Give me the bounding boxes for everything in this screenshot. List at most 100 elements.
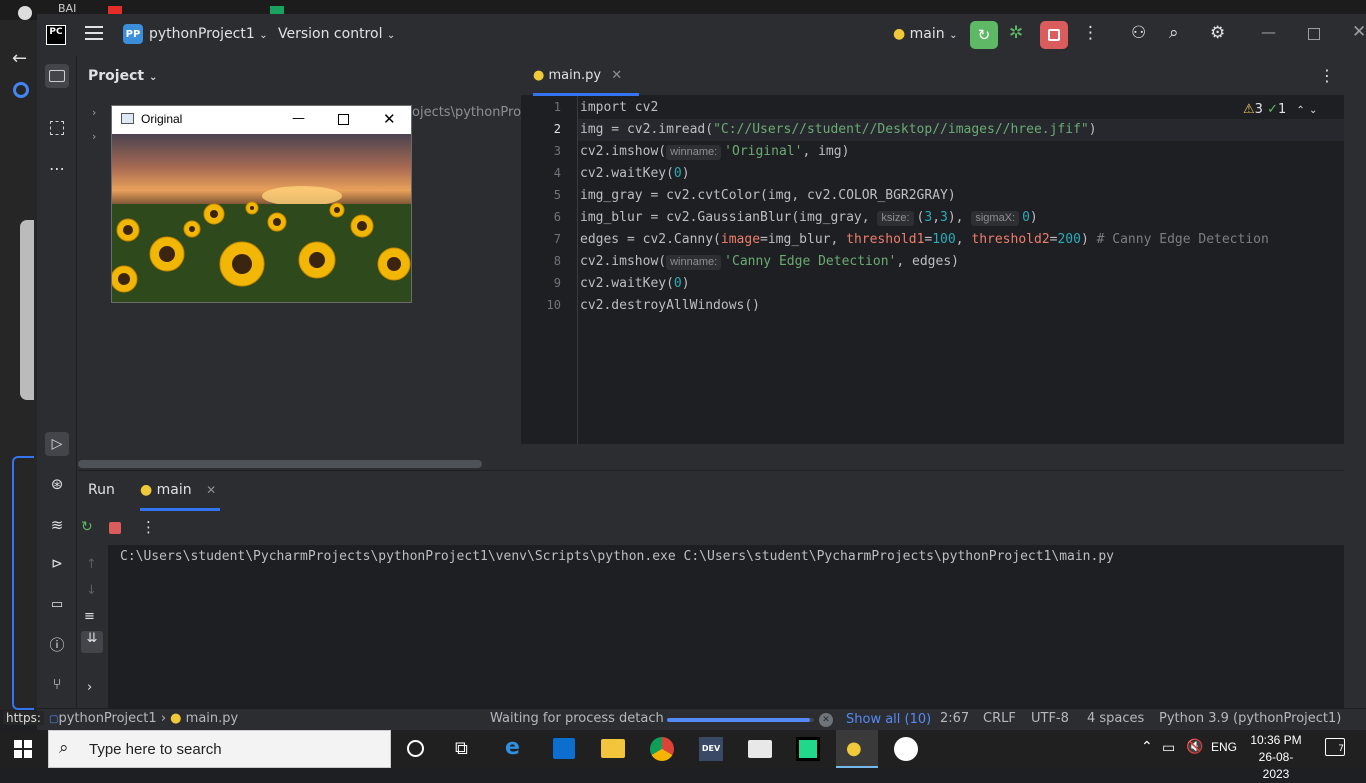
line-number-gutter: 1 2 3 4 5 6 7 8 9 10 bbox=[521, 96, 578, 444]
minimize-icon[interactable]: — bbox=[292, 111, 305, 126]
vcs-selector[interactable]: Version control ⌄ bbox=[278, 26, 395, 42]
python-taskbar-button[interactable]: ● bbox=[836, 730, 878, 768]
editor-more-icon[interactable]: ⋮ bbox=[1319, 66, 1335, 85]
maximize-icon[interactable] bbox=[1308, 28, 1320, 40]
terminal-icon[interactable]: ▭ bbox=[45, 592, 69, 616]
chevron-down-icon: ⌄ bbox=[949, 30, 958, 41]
pycharm-taskbar-icon[interactable] bbox=[796, 737, 820, 761]
edge-icon[interactable]: e bbox=[505, 735, 520, 760]
show-all-link[interactable]: Show all (10) bbox=[846, 712, 931, 727]
run-tool-icon[interactable]: ▷ bbox=[45, 432, 69, 456]
caret-position[interactable]: 2:67 bbox=[940, 711, 969, 726]
code-line-9[interactable]: cv2.waitKey(0) bbox=[580, 276, 690, 291]
code-line-8[interactable]: cv2.imshow(winname: 'Canny Edge Detection… bbox=[580, 254, 959, 270]
breadcrumb-project[interactable]: pythonProject1 bbox=[58, 711, 156, 726]
dev-cpp-icon[interactable]: DEV bbox=[699, 737, 723, 761]
python-packages-icon[interactable]: ≋ bbox=[45, 513, 69, 537]
expand-icon[interactable]: › bbox=[87, 680, 92, 695]
add-user-icon[interactable]: ⚇ bbox=[1131, 23, 1146, 43]
cortana-icon[interactable] bbox=[407, 740, 424, 757]
scroll-down-icon[interactable]: ↓ bbox=[86, 583, 97, 598]
minimize-icon[interactable]: — bbox=[1261, 23, 1276, 41]
project-panel-title[interactable]: Project ⌄ bbox=[88, 68, 157, 84]
console-output[interactable]: C:\Users\student\PycharmProjects\pythonP… bbox=[108, 545, 1344, 708]
network-icon[interactable]: ▭ bbox=[1162, 740, 1175, 756]
horizontal-scrollbar[interactable] bbox=[78, 460, 482, 468]
chevron-down-icon: ⌄ bbox=[259, 30, 268, 41]
python-file-icon: ● bbox=[533, 68, 545, 83]
file-explorer-icon[interactable] bbox=[601, 739, 625, 758]
breadcrumb[interactable]: ▢pythonProject1 › ● main.py bbox=[49, 711, 238, 726]
run-config-selector[interactable]: ● main ⌄ bbox=[893, 26, 958, 42]
language-indicator[interactable]: ENG bbox=[1211, 740, 1237, 754]
more-tools-icon[interactable]: ⋯ bbox=[45, 156, 69, 180]
photos-icon[interactable] bbox=[894, 737, 918, 761]
chevron-up-icon[interactable]: ⌃ bbox=[1296, 105, 1304, 116]
line-number: 3 bbox=[553, 144, 561, 158]
chevron-down-icon[interactable]: ⌄ bbox=[1309, 105, 1317, 116]
clock[interactable]: 10:36 PM 26-08-2023 bbox=[1248, 732, 1304, 783]
close-tab-icon[interactable]: ✕ bbox=[206, 483, 216, 497]
close-icon[interactable]: ✕ bbox=[1352, 22, 1366, 42]
code-line-3[interactable]: cv2.imshow(winname: 'Original', img) bbox=[580, 144, 849, 160]
tool-window-strip: ⋯ ▷ ⊛ ≋ ⊳ ▭ ⓘ ⑂ bbox=[37, 56, 77, 708]
run-config-tab[interactable]: ● main ✕ bbox=[140, 482, 216, 498]
scroll-up-icon[interactable]: ↑ bbox=[86, 557, 97, 572]
windows-start-icon[interactable] bbox=[14, 740, 32, 758]
project-root-path[interactable]: ojects\pythonProj bbox=[412, 105, 525, 120]
problems-icon[interactable]: ⓘ bbox=[45, 632, 69, 656]
window-title-bar[interactable]: Original — ✕ bbox=[112, 106, 411, 134]
breadcrumb-file[interactable]: main.py bbox=[186, 711, 239, 726]
code-line-6[interactable]: img_blur = cv2.GaussianBlur(img_gray, ks… bbox=[580, 210, 1038, 226]
stop-button[interactable] bbox=[1040, 21, 1068, 49]
code-line-7[interactable]: edges = cv2.Canny(image=img_blur, thresh… bbox=[580, 232, 1269, 247]
inspection-widget[interactable]: ⚠3 ✓1 ⌃ ⌄ bbox=[1243, 102, 1317, 117]
project-selector[interactable]: pythonProject1 ⌄ bbox=[149, 26, 268, 42]
code-line-10[interactable]: cv2.destroyAllWindows() bbox=[580, 298, 760, 313]
browser-status-url: https: bbox=[3, 711, 44, 725]
file-encoding[interactable]: UTF-8 bbox=[1031, 711, 1069, 726]
code-line-4[interactable]: cv2.waitKey(0) bbox=[580, 166, 690, 181]
tree-expand-icon[interactable]: › bbox=[92, 130, 96, 143]
back-arrow-icon[interactable]: ← bbox=[12, 48, 27, 69]
more-vertical-icon[interactable]: ⋮ bbox=[1082, 23, 1099, 43]
soft-wrap-icon[interactable]: ≡ bbox=[84, 609, 95, 624]
tray-chevron-up-icon[interactable]: ⌃ bbox=[1141, 739, 1153, 755]
opencv-image-window[interactable]: Original — ✕ bbox=[111, 105, 412, 303]
editor-tab-main-py[interactable]: ● main.py ✕ bbox=[533, 68, 622, 83]
notifications-icon[interactable]: 7 bbox=[1325, 738, 1345, 756]
main-menu-icon[interactable] bbox=[85, 26, 103, 28]
python-console-icon[interactable]: ⊛ bbox=[45, 472, 69, 496]
rerun-icon[interactable]: ↻ bbox=[81, 519, 93, 535]
git-branch-icon[interactable]: ⑂ bbox=[45, 672, 69, 696]
search-icon[interactable]: ⌕ bbox=[1169, 23, 1179, 43]
structure-icon[interactable] bbox=[45, 116, 69, 140]
stop-icon[interactable] bbox=[109, 522, 121, 534]
code-line-2[interactable]: img = cv2.imread("C://Users//student//De… bbox=[580, 122, 1097, 137]
mail-icon[interactable] bbox=[748, 740, 772, 758]
volume-muted-icon[interactable]: 🔇 bbox=[1186, 739, 1203, 755]
project-folder-icon[interactable] bbox=[45, 64, 69, 88]
services-icon[interactable]: ⊳ bbox=[45, 552, 69, 576]
line-separator[interactable]: CRLF bbox=[983, 711, 1016, 726]
maximize-icon[interactable] bbox=[338, 114, 349, 125]
indent-setting[interactable]: 4 spaces bbox=[1087, 711, 1144, 726]
task-view-icon[interactable]: ⧉ bbox=[455, 738, 468, 759]
scroll-to-end-icon[interactable]: ⇊ bbox=[81, 631, 103, 653]
settings-gear-icon[interactable]: ⚙ bbox=[1210, 23, 1225, 43]
tree-expand-icon[interactable]: › bbox=[92, 106, 96, 119]
rerun-icon[interactable]: ↻ bbox=[970, 21, 998, 49]
close-icon[interactable]: ✕ bbox=[383, 110, 396, 128]
ok-count: 1 bbox=[1277, 102, 1287, 117]
close-tab-icon[interactable]: ✕ bbox=[611, 68, 622, 83]
python-icon: ● bbox=[140, 482, 153, 498]
interpreter-selector[interactable]: Python 3.9 (pythonProject1) bbox=[1159, 711, 1341, 726]
store-icon[interactable] bbox=[553, 738, 575, 759]
more-vertical-icon[interactable]: ⋮ bbox=[141, 518, 156, 536]
cancel-process-icon[interactable]: ✕ bbox=[819, 713, 833, 727]
chrome-icon[interactable] bbox=[650, 737, 674, 761]
code-line-5[interactable]: img_gray = cv2.cvtColor(img, cv2.COLOR_B… bbox=[580, 188, 956, 203]
taskbar-search-box[interactable]: ⌕ Type here to search bbox=[48, 730, 391, 768]
debug-icon[interactable]: ✲ bbox=[1009, 23, 1023, 43]
code-line-1[interactable]: import cv2 bbox=[580, 100, 658, 115]
